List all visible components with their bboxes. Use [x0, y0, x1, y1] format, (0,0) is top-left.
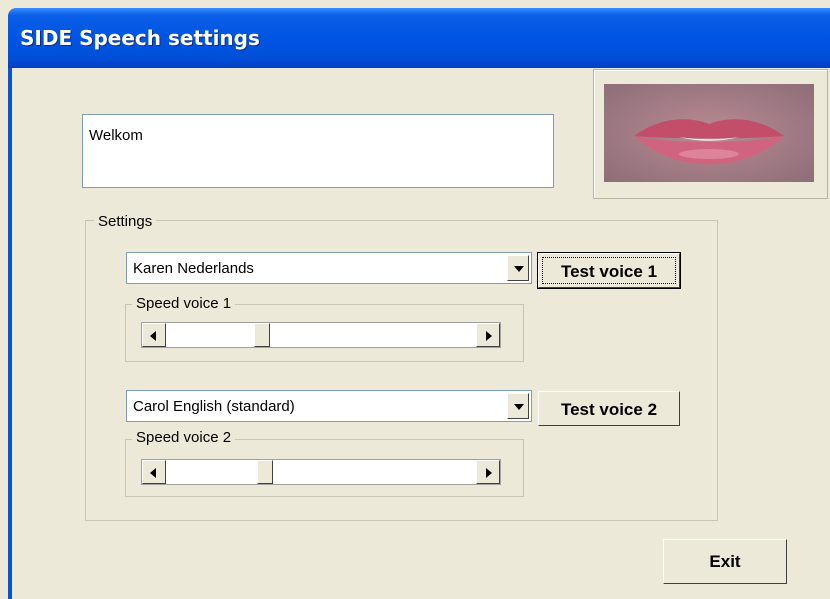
voice2-select[interactable]: Carol English (standard) — [126, 390, 532, 422]
speed-voice2-label: Speed voice 2 — [132, 429, 236, 446]
arrow-right-icon — [486, 468, 492, 478]
test-voice2-label: Test voice 2 — [560, 400, 658, 419]
scroll-right-button[interactable] — [476, 323, 500, 347]
arrow-right-icon — [486, 331, 492, 341]
scroll-left-button[interactable] — [142, 323, 166, 347]
speed-voice2-slider[interactable] — [141, 459, 501, 485]
exit-label: Exit — [709, 552, 741, 571]
scroll-left-button[interactable] — [142, 460, 166, 484]
speed-voice1-slider[interactable] — [141, 322, 501, 348]
chevron-down-icon — [514, 266, 524, 272]
chevron-down-icon — [514, 404, 524, 410]
voice1-dropdown-button[interactable] — [507, 255, 529, 281]
voice2-dropdown-button[interactable] — [507, 393, 529, 419]
settings-group-label: Settings — [94, 213, 157, 230]
arrow-left-icon — [150, 468, 156, 478]
speech-text-input[interactable]: Welkom — [82, 114, 554, 188]
lips-image — [604, 84, 814, 182]
lips-preview-frame — [593, 69, 828, 199]
test-voice1-button[interactable]: Test voice 1 — [537, 252, 681, 289]
speed-voice2-thumb[interactable] — [257, 460, 273, 484]
speed-voice1-label: Speed voice 1 — [132, 295, 236, 312]
speed-voice1-thumb[interactable] — [254, 323, 270, 347]
window-title: SIDE Speech settings — [20, 26, 260, 50]
test-voice2-button[interactable]: Test voice 2 — [538, 391, 680, 426]
voice1-selected: Karen Nederlands — [133, 260, 254, 277]
title-bar[interactable]: SIDE Speech settings — [8, 8, 830, 68]
scroll-right-button[interactable] — [476, 460, 500, 484]
exit-button[interactable]: Exit — [663, 539, 787, 584]
voice2-selected: Carol English (standard) — [133, 398, 295, 415]
arrow-left-icon — [150, 331, 156, 341]
test-voice1-label: Test voice 1 — [560, 262, 658, 281]
speech-settings-window: SIDE Speech settings Welkom Settings Kar… — [8, 8, 830, 599]
window-border — [8, 68, 12, 599]
voice1-select[interactable]: Karen Nederlands — [126, 252, 532, 284]
speech-text-value: Welkom — [89, 127, 143, 144]
